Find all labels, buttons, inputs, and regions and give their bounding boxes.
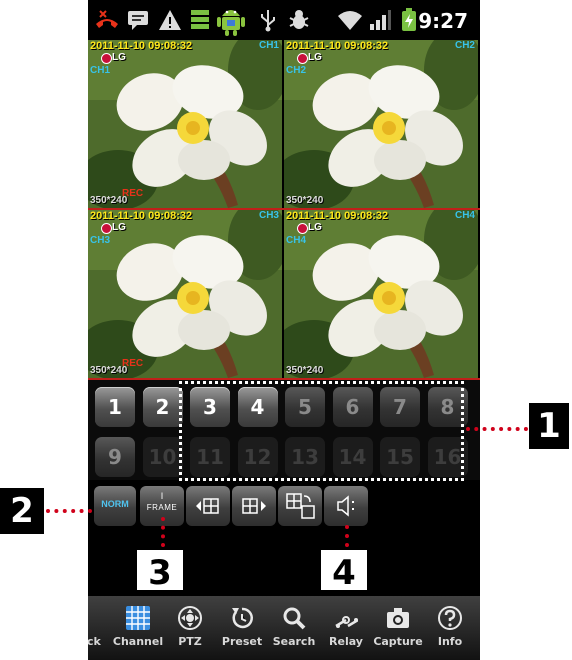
channel-button-10[interactable]: 10 (142, 437, 183, 477)
quality-button[interactable]: NORM (94, 486, 136, 526)
camera-icon (387, 608, 409, 628)
status-bar: 9:27 (88, 0, 480, 40)
flower-image (88, 210, 282, 378)
layout-button[interactable] (278, 486, 322, 526)
flower-image (88, 40, 282, 208)
callout-3-line (161, 517, 165, 547)
tile-row-divider (88, 208, 480, 210)
message-icon (128, 11, 148, 30)
lg-logo-icon (297, 53, 308, 64)
back-icon (88, 606, 98, 630)
tile-resolution: 350*240 (90, 365, 128, 376)
info-icon (438, 606, 462, 630)
tile-brand: LG (112, 222, 126, 233)
status-clock: 9:27 (418, 9, 468, 33)
tab-label: Preset (221, 635, 263, 648)
lg-logo-icon (101, 223, 112, 234)
usb-icon (261, 10, 275, 32)
callout-1-dotted-frame (179, 381, 464, 481)
tile-resolution: 350*240 (90, 195, 128, 206)
quality-label: NORM (101, 499, 129, 509)
tile-timestamp: 2011-11-10 09:08:32 (286, 210, 389, 222)
tile-camera: CH2 (286, 65, 307, 76)
video-tile[interactable]: 2011-11-10 09:08:32 CH2 LG CH2 350*240 (284, 40, 478, 208)
missed-call-icon (96, 10, 118, 28)
video-tile[interactable]: 2011-11-10 09:08:32 CH1 LG CH1 REC 350*240 (88, 40, 282, 208)
audio-button[interactable] (324, 486, 368, 526)
tile-channel: CH4 (454, 210, 475, 221)
flower-image (284, 210, 478, 378)
tab-label: Channel (112, 635, 164, 648)
arrow-left-grid-icon (196, 498, 219, 514)
prev-page-button[interactable] (186, 486, 230, 526)
arrow-right-grid-icon (242, 498, 266, 514)
signal-icon (370, 10, 391, 30)
flower-image (284, 40, 478, 208)
lg-logo-icon (297, 223, 308, 234)
callout-1-label: 1 (529, 403, 569, 449)
video-tile[interactable]: 2011-11-10 09:08:32 CH3 LG CH3 REC 350*240 (88, 210, 282, 378)
search-icon (283, 607, 306, 630)
tile-timestamp: 2011-11-10 09:08:32 (286, 40, 389, 52)
wifi-icon (338, 11, 362, 30)
tab-ptz[interactable]: PTZ (162, 596, 218, 660)
tab-relay[interactable]: Relay (318, 596, 374, 660)
tile-camera: CH4 (286, 235, 307, 246)
callout-4-line (345, 525, 349, 547)
tile-timestamp: 2011-11-10 09:08:32 (90, 40, 193, 52)
tab-capture[interactable]: Capture (370, 596, 426, 660)
bottom-tab-bar: BackChannelPTZPresetSearchRelayCaptureIn… (88, 596, 480, 660)
channel-button-1[interactable]: 1 (95, 387, 135, 427)
channel-button-2[interactable]: 2 (142, 387, 183, 427)
video-tile[interactable]: 2011-11-10 09:08:32 CH4 LG CH4 350*240 (284, 210, 478, 378)
callout-4-label: 4 (318, 547, 370, 593)
tool-row: NORM I FRAME (88, 484, 480, 534)
tab-label: Info (437, 635, 463, 648)
battery-charging-icon (402, 8, 416, 31)
warning-icon (159, 10, 181, 30)
lg-logo-icon (101, 53, 112, 64)
tile-timestamp: 2011-11-10 09:08:32 (90, 210, 193, 222)
tile-channel: CH2 (454, 40, 475, 51)
tile-brand: LG (112, 52, 126, 63)
tile-resolution: 350*240 (286, 195, 324, 206)
tile-camera: CH1 (90, 65, 111, 76)
android-icon (217, 10, 245, 36)
tab-info[interactable]: Info (422, 596, 478, 660)
tab-search[interactable]: Search (266, 596, 322, 660)
grid-icon (126, 606, 150, 630)
callout-2-line (46, 509, 92, 513)
callout-3-label: 3 (134, 547, 186, 593)
video-grid[interactable]: 2011-11-10 09:08:32 CH1 LG CH1 REC 350*240 201… (88, 40, 480, 380)
tile-channel: CH3 (258, 210, 279, 221)
tab-label: Capture (373, 635, 423, 648)
frame-sup: I (160, 491, 164, 501)
tab-channel[interactable]: Channel (110, 596, 166, 660)
tile-channel: CH1 (258, 40, 279, 51)
tab-label: Relay (329, 635, 363, 648)
debug-icon (289, 10, 309, 29)
tile-camera: CH3 (90, 235, 111, 246)
tab-label: Search (272, 635, 316, 648)
tile-resolution: 350*240 (286, 365, 324, 376)
tab-preset[interactable]: Preset (214, 596, 270, 660)
speaker-icon (337, 495, 354, 517)
tile-brand: LG (308, 222, 322, 233)
tab-label: PTZ (178, 635, 202, 648)
tile-brand: LG (308, 52, 322, 63)
frame-label: FRAME (146, 503, 178, 512)
next-page-button[interactable] (232, 486, 276, 526)
channel-button-9[interactable]: 9 (95, 437, 135, 477)
callout-1-line (466, 427, 528, 431)
callout-2-label: 2 (0, 488, 44, 534)
relay-icon (335, 616, 358, 628)
ptz-icon (178, 606, 202, 630)
preset-icon (232, 607, 253, 629)
layout-switch-icon (286, 493, 315, 519)
storage-icon (191, 10, 209, 29)
